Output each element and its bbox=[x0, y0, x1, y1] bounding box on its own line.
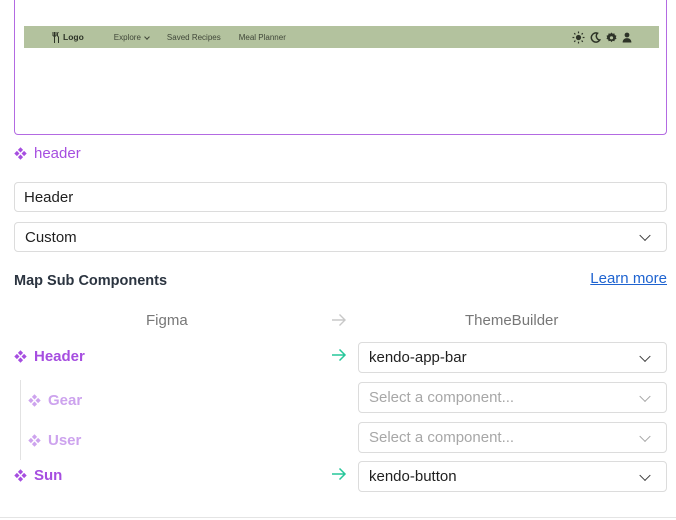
chevron-down-icon bbox=[639, 469, 651, 481]
component-icon bbox=[28, 394, 41, 407]
sun-icon bbox=[572, 31, 585, 43]
themebuilder-select-gear[interactable]: Select a component... bbox=[358, 382, 667, 413]
gear-icon bbox=[606, 32, 617, 42]
tree-connector bbox=[20, 380, 21, 460]
arrow-right-icon bbox=[332, 467, 347, 481]
themebuilder-select-sun[interactable]: kendo-button bbox=[358, 461, 667, 492]
arrow-right-icon bbox=[332, 314, 346, 326]
sub-component-user: User bbox=[28, 432, 81, 449]
sub-component-gear: Gear bbox=[28, 392, 82, 409]
component-name-input[interactable]: Header bbox=[14, 182, 667, 212]
column-header-figma: Figma bbox=[146, 312, 188, 329]
preview-app-bar: Logo Explore Saved Recipes Meal Planner bbox=[24, 26, 659, 48]
chevron-down-icon bbox=[639, 229, 651, 242]
moon-icon bbox=[590, 31, 601, 43]
chevron-down-icon bbox=[639, 350, 651, 362]
section-title: Map Sub Components bbox=[14, 273, 168, 289]
component-type-select[interactable]: Custom bbox=[14, 222, 667, 252]
chevron-down-icon bbox=[639, 430, 651, 442]
divider bbox=[0, 517, 676, 518]
component-tag-label: header bbox=[34, 145, 81, 162]
chevron-down-icon bbox=[144, 33, 150, 40]
chevron-down-icon bbox=[639, 390, 651, 402]
component-icon bbox=[14, 469, 27, 482]
preview-nav-meal-planner: Meal Planner bbox=[238, 32, 286, 42]
preview-logo: Logo bbox=[52, 31, 84, 43]
preview-icon-group bbox=[572, 26, 632, 48]
utensils-icon bbox=[52, 31, 59, 43]
preview-nav-saved-recipes: Saved Recipes bbox=[166, 32, 221, 42]
themebuilder-select-user[interactable]: Select a component... bbox=[358, 422, 667, 453]
arrow-right-icon bbox=[332, 348, 347, 362]
component-icon bbox=[28, 434, 41, 447]
component-icon bbox=[14, 350, 27, 363]
user-icon bbox=[622, 32, 632, 42]
component-tag: header bbox=[14, 145, 81, 162]
preview-nav: Explore Saved Recipes Meal Planner bbox=[114, 33, 286, 42]
themebuilder-select-header[interactable]: kendo-app-bar bbox=[358, 342, 667, 373]
preview-nav-explore: Explore bbox=[114, 33, 150, 42]
component-icon bbox=[14, 147, 27, 160]
learn-more-link[interactable]: Learn more bbox=[590, 270, 667, 287]
sub-component-header: Header bbox=[14, 348, 85, 365]
column-header-themebuilder: ThemeBuilder bbox=[465, 312, 559, 329]
component-preview: Logo Explore Saved Recipes Meal Planner bbox=[14, 0, 667, 135]
sub-component-sun: Sun bbox=[14, 467, 62, 484]
